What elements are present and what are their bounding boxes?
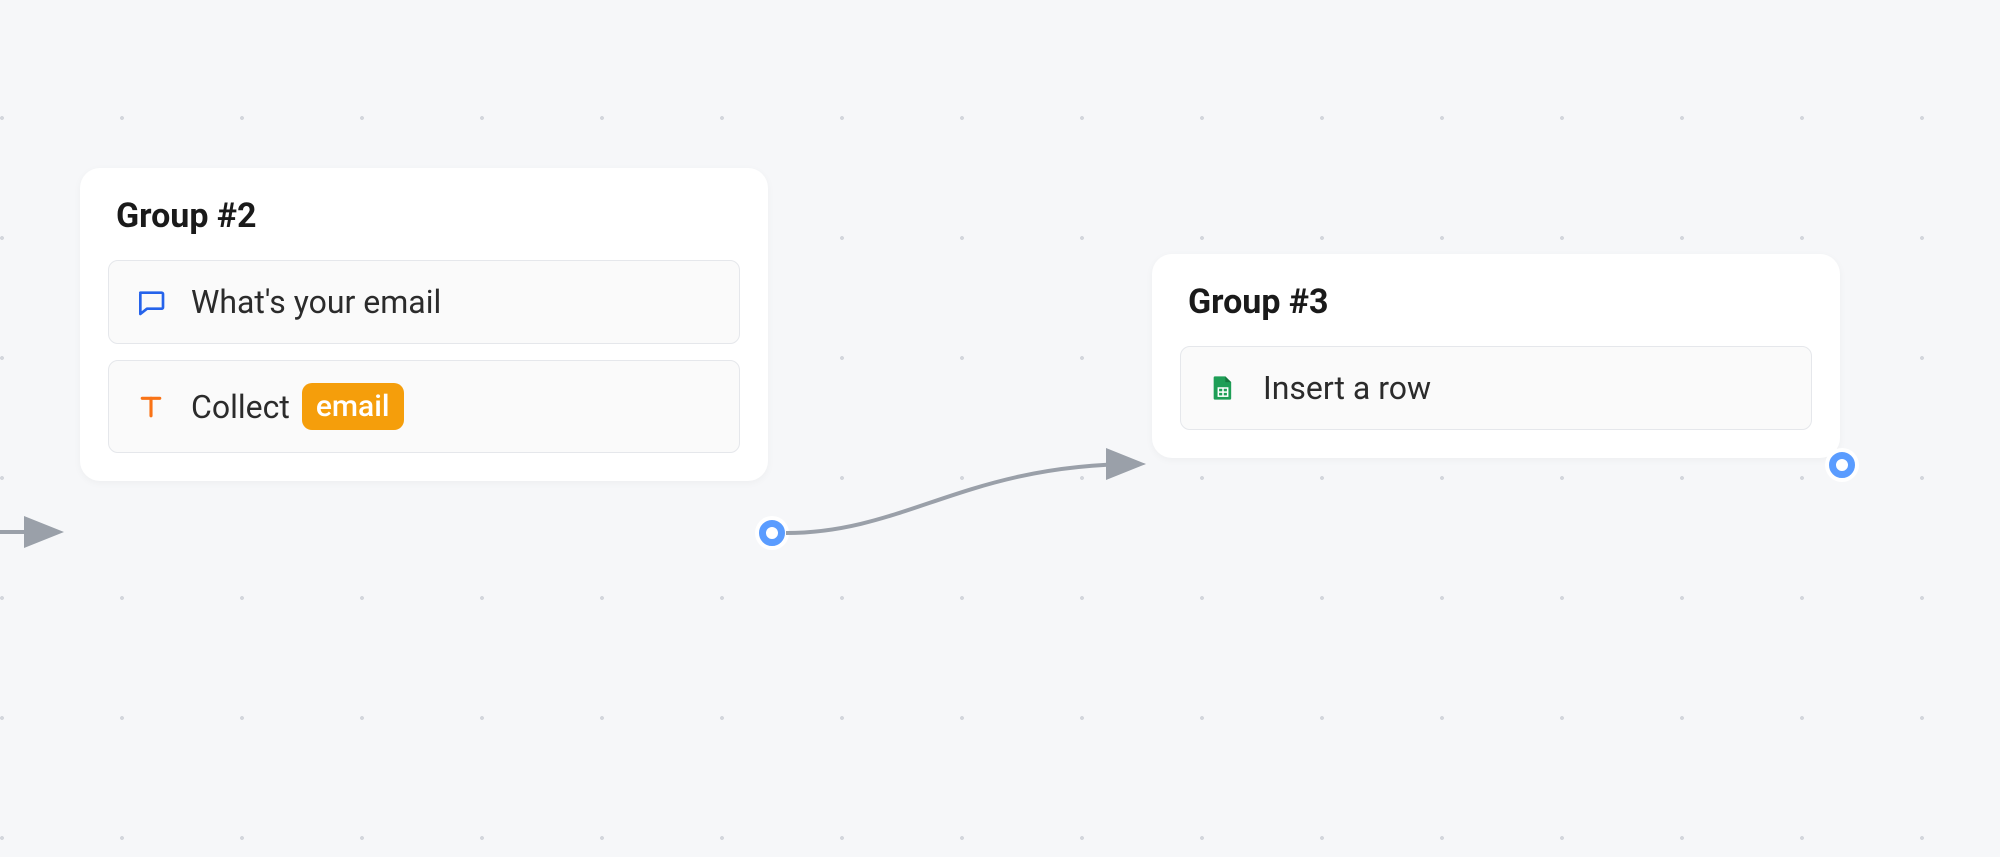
block-label: What's your email xyxy=(191,283,441,321)
node-title: Group #3 xyxy=(1180,282,1812,322)
edge-into-group2 xyxy=(0,512,80,552)
block-label: Collect email xyxy=(191,383,404,430)
output-port-group3[interactable] xyxy=(1829,452,1855,478)
chat-icon xyxy=(133,284,169,320)
flow-canvas[interactable]: Group #2 What's your email Collect email xyxy=(0,0,2000,857)
node-group-3[interactable]: Group #3 Insert a row xyxy=(1152,254,1840,458)
edge-group2-to-group3 xyxy=(786,440,1166,560)
text-input-icon xyxy=(133,389,169,425)
block-sheets-insert[interactable]: Insert a row xyxy=(1180,346,1812,430)
google-sheets-icon xyxy=(1205,370,1241,406)
variable-chip: email xyxy=(302,383,404,430)
output-port-group2[interactable] xyxy=(759,520,785,546)
block-message[interactable]: What's your email xyxy=(108,260,740,344)
node-group-2[interactable]: Group #2 What's your email Collect email xyxy=(80,168,768,481)
block-label: Insert a row xyxy=(1263,369,1431,407)
node-title: Group #2 xyxy=(108,196,740,236)
block-collect[interactable]: Collect email xyxy=(108,360,740,453)
